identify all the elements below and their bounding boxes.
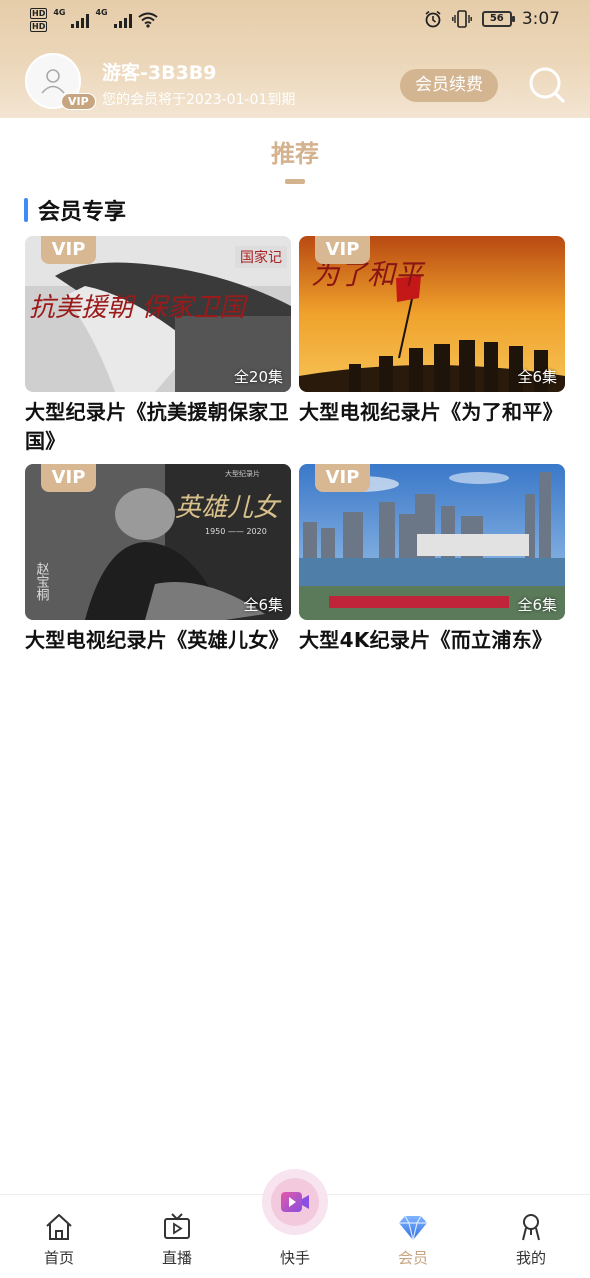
hd-badge: HD: [30, 21, 48, 32]
nav-label: 我的: [515, 1249, 546, 1267]
nav-live[interactable]: 直播: [118, 1195, 236, 1278]
tab-indicator: [285, 179, 305, 184]
video-title[interactable]: 大型电视纪录片《为了和平》: [299, 398, 565, 427]
section-title: 会员专享: [38, 200, 127, 225]
video-title[interactable]: 大型电视纪录片《英雄儿女》: [25, 626, 291, 655]
video-thumbnail[interactable]: 国家记 抗美援朝 保家卫国 VIP 全20集: [25, 236, 291, 392]
vip-label: VIP: [41, 236, 96, 264]
user-avatar[interactable]: VIP: [25, 53, 96, 110]
thumbnail-calligraphy: 英雄儿女: [175, 493, 282, 523]
video-card[interactable]: 国家记 抗美援朝 保家卫国 VIP 全20集 大型纪录片《抗美援朝保家卫国》: [25, 236, 291, 456]
video-thumbnail[interactable]: 赵宝桐 英雄儿女 大型纪录片 1950 —— 2020 VIP 全6集: [25, 464, 291, 620]
network-type: 4G: [95, 8, 108, 17]
episode-count: 全6集: [517, 596, 557, 614]
episode-count: 全6集: [243, 596, 283, 614]
search-icon: [529, 67, 565, 103]
section-header: 会员专享: [24, 194, 126, 226]
nav-label: 首页: [43, 1249, 74, 1267]
signal-icon: [113, 12, 132, 28]
bottom-navigation: 首页 直播 快手 会员 我的: [0, 1169, 590, 1278]
network-type: 4G: [53, 8, 66, 17]
vip-label: VIP: [315, 236, 370, 264]
user-icon: [41, 69, 65, 94]
section-accent-bar: [24, 198, 28, 222]
wifi-icon: [138, 12, 158, 28]
vip-badge: VIP: [61, 93, 96, 110]
status-left: HD HD 4G 4G: [30, 8, 158, 32]
nav-kuaishou[interactable]: 快手: [236, 1169, 354, 1278]
video-card[interactable]: 赵宝桐 英雄儿女 大型纪录片 1950 —— 2020 VIP 全6集 大型电视…: [25, 464, 291, 655]
hd-indicators: HD HD: [30, 8, 48, 32]
episode-count: 全6集: [517, 368, 557, 386]
vip-label: VIP: [315, 464, 370, 492]
thumbnail-name: 赵宝桐: [34, 562, 50, 601]
nav-membership[interactable]: 会员: [354, 1195, 472, 1278]
membership-expiry: 您的会员将于2023-01-01到期: [102, 92, 296, 108]
profile-icon: [522, 1214, 540, 1241]
status-bar: HD HD 4G 4G 56 3:07: [0, 0, 590, 42]
center-action-inner: [271, 1178, 319, 1226]
vip-label: VIP: [41, 464, 96, 492]
video-card[interactable]: 为了和平 VIP 全6集 大型电视纪录片《为了和平》: [299, 236, 565, 427]
vibrate-icon: [451, 10, 472, 28]
video-thumbnail[interactable]: 为了和平 VIP 全6集: [299, 236, 565, 392]
user-name: 游客-3B3B9: [102, 62, 217, 84]
episode-count: 全20集: [233, 368, 283, 386]
nav-profile[interactable]: 我的: [472, 1195, 590, 1278]
search-button[interactable]: [527, 65, 567, 105]
center-action-button[interactable]: [262, 1169, 328, 1235]
channel-logo: 国家记: [240, 249, 282, 266]
status-right: 56 3:07: [424, 9, 560, 29]
nav-label: 直播: [161, 1249, 192, 1267]
diamond-icon: [399, 1215, 427, 1241]
signal-icon: [71, 12, 90, 28]
alarm-icon: [425, 10, 441, 28]
battery-indicator: 56: [481, 11, 515, 27]
home-icon: [46, 1214, 72, 1240]
thumbnail-years: 1950 —— 2020: [205, 527, 267, 536]
nav-home[interactable]: 首页: [0, 1195, 118, 1278]
video-title[interactable]: 大型4K纪录片《而立浦东》: [299, 626, 565, 655]
renew-membership-button[interactable]: 会员续费: [400, 69, 498, 102]
video-play-icon: [281, 1192, 309, 1212]
nav-label: 会员: [397, 1249, 428, 1267]
video-title[interactable]: 大型纪录片《抗美援朝保家卫国》: [25, 398, 291, 456]
thumbnail-calligraphy: 抗美援朝 保家卫国: [29, 293, 248, 323]
nav-label: 快手: [279, 1249, 310, 1267]
tab-recommend[interactable]: 推荐: [0, 134, 590, 169]
tv-icon: [164, 1213, 190, 1239]
thumbnail-caption: 大型纪录片: [225, 469, 260, 478]
video-thumbnail[interactable]: VIP 全6集: [299, 464, 565, 620]
clock: 3:07: [521, 9, 560, 29]
hd-badge: HD: [30, 8, 48, 19]
video-card[interactable]: VIP 全6集 大型4K纪录片《而立浦东》: [299, 464, 565, 655]
